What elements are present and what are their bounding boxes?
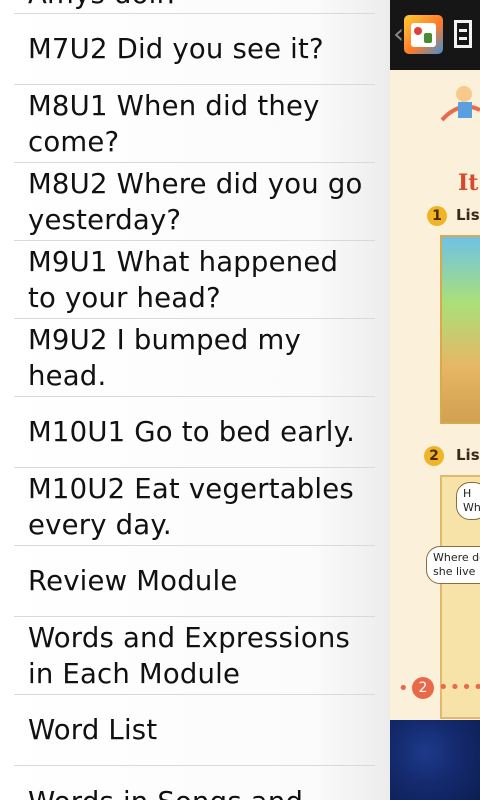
chapter-label: Amys doll?	[28, 0, 179, 12]
section-label: Lis	[456, 446, 480, 464]
contents-menu-icon[interactable]	[454, 20, 472, 48]
chapter-item-review-module[interactable]: Review Module	[14, 546, 375, 617]
chapter-label: M10U2 Eat vegertables every day.	[28, 472, 354, 541]
top-action-bar: ‹	[390, 0, 480, 70]
chapter-list[interactable]: Amys doll? M7U2 Did you see it? M8U1 Whe…	[0, 0, 390, 800]
chapter-item-m7u2[interactable]: M7U2 Did you see it?	[14, 14, 375, 85]
section-number-badge: 2	[424, 446, 444, 466]
chapter-label: Words and Expressions in Each Module	[28, 621, 351, 690]
chapter-item-m9u2[interactable]: M9U2 I bumped my head.	[14, 319, 375, 397]
page-number: 2	[412, 677, 434, 699]
app-book-icon[interactable]	[404, 15, 443, 54]
textbook-page: It 1 Lis 2 Lis H Wh Where do she live • …	[390, 70, 480, 720]
page-dots: ••••	[438, 677, 480, 698]
story-illustration	[440, 235, 480, 424]
chapter-label: M8U1 When did they come?	[28, 89, 320, 158]
chapter-item-word-list[interactable]: Word List	[14, 695, 375, 766]
chapter-drawer[interactable]: Amys doll? M7U2 Did you see it? M8U1 Whe…	[0, 0, 390, 800]
chapter-label: M8U2 Where did you go yesterday?	[28, 167, 363, 236]
chapter-item-m8u1[interactable]: M8U1 When did they come?	[14, 85, 375, 163]
speech-bubble: Where do she live	[426, 546, 480, 584]
section-label: Lis	[456, 206, 480, 224]
page-dot: •	[398, 678, 409, 699]
chapter-item-words-expressions[interactable]: Words and Expressions in Each Module	[14, 617, 375, 695]
chapter-item-m10u2[interactable]: M10U2 Eat vegertables every day.	[14, 468, 375, 546]
chapter-item-m9u1[interactable]: M9U1 What happened to your head?	[14, 241, 375, 319]
chapter-label: M10U1 Go to bed early.	[28, 416, 356, 448]
chapter-label: M9U2 I bumped my head.	[28, 323, 301, 392]
cartoon-figure-icon	[440, 86, 480, 122]
page-number-footer: • 2 ••••	[390, 675, 480, 701]
chapter-label: Review Module	[28, 565, 238, 597]
section-number-badge: 1	[427, 206, 447, 226]
chapter-label: M9U1 What happened to your head?	[28, 245, 339, 314]
app-icon-mark	[424, 33, 432, 43]
chapter-label: Word List	[28, 714, 158, 746]
chapter-item-m7u1[interactable]: Amys doll?	[14, 0, 375, 14]
chapter-item-m10u1[interactable]: M10U1 Go to bed early.	[14, 397, 375, 468]
bottom-artwork	[390, 720, 480, 800]
chapter-label: Words in Songs and	[28, 784, 303, 800]
page-title: It	[458, 170, 479, 196]
book-page-view[interactable]: ‹ It 1 Lis 2 Lis H Wh Where d she live •…	[390, 0, 480, 800]
app-screen: Amys doll? M7U2 Did you see it? M8U1 Whe…	[0, 0, 480, 800]
speech-bubble: H Wh	[456, 482, 480, 520]
chevron-left-icon[interactable]: ‹	[393, 17, 404, 51]
chapter-label: M7U2 Did you see it?	[28, 33, 324, 65]
chapter-item-words-in-songs[interactable]: Words in Songs and	[14, 766, 375, 800]
app-icon-mark	[414, 27, 422, 35]
chapter-item-m8u2[interactable]: M8U2 Where did you go yesterday?	[14, 163, 375, 241]
